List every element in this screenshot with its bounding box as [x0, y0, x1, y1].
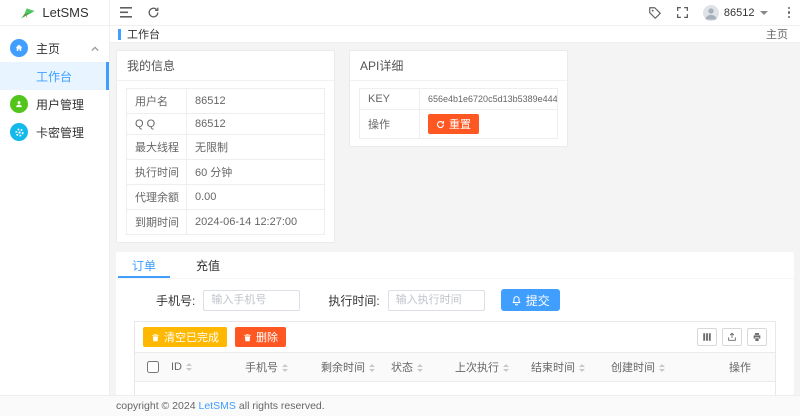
column-header-actions: 操作: [705, 353, 775, 382]
filter-columns-icon[interactable]: [697, 328, 717, 346]
cards-row: 我的信息 用户名86512 Q Q86512 最大线程无限制 执行时间60 分钟…: [116, 50, 794, 243]
column-header-phone[interactable]: 手机号: [239, 353, 315, 382]
filter-form: 手机号: 执行时间: 提交: [156, 289, 794, 311]
copyright-prefix: copyright © 2024: [116, 400, 196, 412]
api-key-value: 656e4b1e6720c5d13b5389e444a63c4f: [420, 89, 558, 110]
table-row: 操作 重置: [360, 110, 558, 139]
sort-icon[interactable]: [503, 361, 509, 375]
bell-icon: [511, 295, 522, 306]
table-row: 代理余额0.00: [127, 185, 325, 210]
trash-icon: [151, 333, 160, 342]
header-main: 86512: [110, 0, 800, 25]
user-menu[interactable]: 86512: [703, 5, 768, 21]
sidebar-item-workbench-label: 工作台: [36, 68, 72, 85]
copyright-suffix: all rights reserved.: [239, 400, 325, 412]
sidebar-item-workbench[interactable]: 工作台: [0, 62, 109, 90]
footer-brand-link[interactable]: LetSMS: [199, 400, 236, 412]
table-row: 到期时间2024-06-14 12:27:00: [127, 210, 325, 235]
breadcrumb-accent-bar: [118, 29, 121, 40]
middle-region: 主页 工作台 用户管理 卡密管理: [0, 26, 800, 395]
orders-panel: 订单 充值 手机号: 执行时间:: [116, 252, 794, 395]
table-toolbar: 清空已完成 删除: [135, 322, 775, 353]
my-info-table: 用户名86512 Q Q86512 最大线程无限制 执行时间60 分钟 代理余额…: [126, 88, 325, 235]
more-menu-icon[interactable]: [788, 7, 791, 19]
empty-state-row: 无数据: [135, 382, 775, 395]
sidebar-item-user-management-label: 用户管理: [36, 96, 84, 113]
column-header-remaining-time[interactable]: 剩余时间: [315, 353, 385, 382]
table-tool-icons: [697, 328, 767, 346]
content-area: 我的信息 用户名86512 Q Q86512 最大线程无限制 执行时间60 分钟…: [110, 43, 800, 395]
tab-recharge[interactable]: 充值: [194, 252, 222, 278]
fullscreen-icon[interactable]: [676, 6, 689, 19]
breadcrumb-current: 工作台: [127, 26, 160, 42]
orders-table-container: 清空已完成 删除: [134, 321, 776, 395]
export-icon[interactable]: [722, 328, 742, 346]
sidebar: 主页 工作台 用户管理 卡密管理: [0, 26, 110, 395]
table-row: KEY 656e4b1e6720c5d13b5389e444a63c4f: [360, 89, 558, 110]
column-header-status[interactable]: 状态: [385, 353, 449, 382]
exec-time-label: 执行时间:: [328, 292, 379, 309]
api-detail-table: KEY 656e4b1e6720c5d13b5389e444a63c4f 操作: [359, 88, 558, 139]
print-icon[interactable]: [747, 328, 767, 346]
app-window: LetSMS: [0, 0, 800, 416]
table-row: Q Q86512: [127, 114, 325, 135]
chevron-up-icon: [91, 41, 99, 55]
brand-name: LetSMS: [42, 5, 88, 20]
table-row: 执行时间60 分钟: [127, 160, 325, 185]
column-header-id[interactable]: ID: [165, 353, 239, 382]
tag-icon[interactable]: [648, 6, 662, 20]
sort-icon[interactable]: [282, 361, 288, 375]
gear-icon: [10, 123, 28, 141]
username-label: 86512: [724, 7, 755, 19]
footer: copyright © 2024 LetSMS all rights reser…: [0, 395, 800, 416]
sort-icon[interactable]: [579, 361, 585, 375]
column-header-created-time[interactable]: 创建时间: [605, 353, 705, 382]
table-row: 用户名86512: [127, 89, 325, 114]
empty-state-text: 无数据: [135, 382, 775, 395]
api-detail-title: API详细: [350, 51, 567, 81]
sidebar-item-card-management-label: 卡密管理: [36, 124, 84, 141]
my-info-card: 我的信息 用户名86512 Q Q86512 最大线程无限制 执行时间60 分钟…: [116, 50, 335, 243]
api-detail-card: API详细 KEY 656e4b1e6720c5d13b5389e444a63c…: [349, 50, 568, 147]
phone-label: 手机号:: [156, 292, 195, 309]
submit-button[interactable]: 提交: [501, 289, 560, 311]
tab-orders[interactable]: 订单: [130, 252, 158, 278]
user-icon: [10, 95, 28, 113]
table-row: 最大线程无限制: [127, 135, 325, 160]
sort-icon[interactable]: [369, 361, 375, 375]
column-header-last-run[interactable]: 上次执行: [449, 353, 525, 382]
sort-icon[interactable]: [417, 361, 423, 375]
avatar: [703, 5, 719, 21]
breadcrumb-home-link[interactable]: 主页: [766, 26, 788, 42]
exec-time-input[interactable]: [388, 290, 485, 311]
clear-completed-button[interactable]: 清空已完成: [143, 327, 227, 347]
sidebar-item-home[interactable]: 主页: [0, 34, 109, 62]
phone-input[interactable]: [203, 290, 300, 311]
sidebar-item-card-management[interactable]: 卡密管理: [0, 118, 109, 146]
home-icon: [10, 39, 28, 57]
paper-plane-logo-icon: [20, 5, 36, 21]
breadcrumb: 工作台 主页: [110, 26, 800, 43]
tab-bar: 订单 充值: [116, 252, 794, 279]
collapse-sidebar-icon[interactable]: [120, 7, 133, 18]
delete-button[interactable]: 删除: [235, 327, 286, 347]
top-bar: LetSMS: [0, 0, 800, 26]
orders-table: ID 手机号 剩余时间 状态 上次执行 结束时间 创建时间 操作: [135, 353, 775, 395]
chevron-down-icon: [760, 11, 768, 19]
sidebar-item-home-label: 主页: [36, 40, 60, 57]
my-info-title: 我的信息: [117, 51, 334, 81]
select-all-checkbox[interactable]: [147, 361, 159, 373]
trash-icon: [243, 333, 252, 342]
column-header-end-time[interactable]: 结束时间: [525, 353, 605, 382]
main-column: 工作台 主页 我的信息 用户名86512 Q Q86512: [110, 26, 800, 395]
logo[interactable]: LetSMS: [0, 0, 110, 25]
refresh-icon[interactable]: [147, 6, 160, 19]
sidebar-item-user-management[interactable]: 用户管理: [0, 90, 109, 118]
refresh-icon: [436, 120, 445, 129]
reset-key-button[interactable]: 重置: [428, 114, 479, 134]
sort-icon[interactable]: [186, 360, 192, 374]
sort-icon[interactable]: [659, 361, 665, 375]
